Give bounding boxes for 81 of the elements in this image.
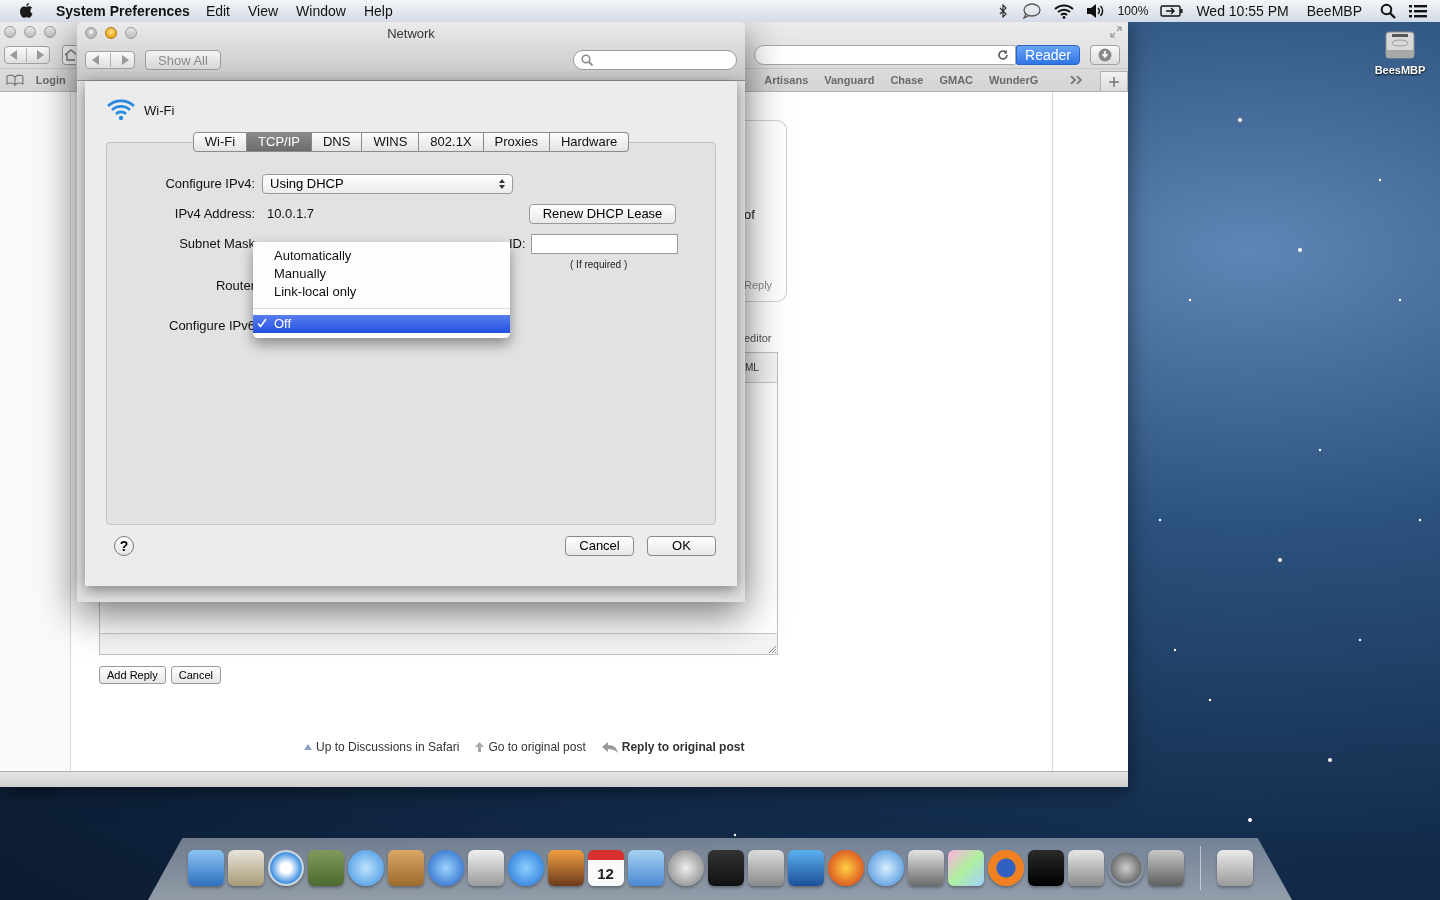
post-text: of bbox=[744, 207, 756, 222]
download-arrow-icon bbox=[1098, 48, 1112, 62]
menu-item[interactable]: Edit bbox=[205, 3, 230, 19]
search-icon bbox=[581, 54, 593, 66]
zoom-button[interactable] bbox=[125, 27, 137, 39]
new-tab-button[interactable] bbox=[1100, 71, 1128, 91]
apple-logo-icon[interactable] bbox=[18, 2, 34, 20]
field-label: IPv4 Address: bbox=[173, 206, 255, 222]
menu-item[interactable]: View bbox=[248, 3, 279, 19]
address-field[interactable] bbox=[754, 45, 1016, 65]
field-label: Configure IPv4: bbox=[164, 176, 255, 192]
bookmark-link[interactable]: Vanguard bbox=[824, 74, 875, 86]
bookmark-link[interactable]: GMAC bbox=[939, 74, 974, 86]
close-button[interactable] bbox=[85, 27, 97, 39]
back-forward-button[interactable] bbox=[85, 51, 135, 69]
page-link[interactable]: Go to original post bbox=[475, 740, 586, 754]
close-button[interactable] bbox=[4, 26, 16, 38]
tab[interactable]: 802.1X bbox=[419, 131, 484, 152]
tab[interactable]: DNS bbox=[311, 131, 363, 152]
field-label: Router bbox=[214, 278, 255, 294]
search-icon[interactable] bbox=[1380, 3, 1396, 19]
search-field[interactable] bbox=[573, 50, 737, 70]
client-id-field[interactable] bbox=[531, 233, 678, 254]
fullscreen-icon[interactable] bbox=[1110, 26, 1122, 38]
menu-item[interactable]: Help bbox=[363, 3, 393, 19]
battery-percent[interactable]: 100% bbox=[1117, 4, 1149, 18]
disk-label[interactable]: BeesMBP bbox=[1374, 64, 1426, 76]
hint-text: ( If required ) bbox=[570, 259, 628, 271]
ipv4-address: 10.0.1.7 bbox=[267, 206, 315, 222]
menu-option[interactable]: Manually bbox=[253, 264, 510, 283]
editor-tab[interactable]: ML bbox=[745, 362, 759, 373]
minimize-button[interactable] bbox=[24, 26, 36, 38]
minimize-button[interactable] bbox=[105, 27, 117, 39]
plus-icon bbox=[1109, 76, 1120, 87]
double-chevron-icon[interactable] bbox=[1070, 75, 1085, 85]
field-label: ID: bbox=[509, 236, 527, 252]
resize-grip-icon[interactable] bbox=[768, 645, 777, 654]
caret-up-icon bbox=[304, 744, 312, 750]
menu-item[interactable]: Window bbox=[296, 3, 346, 19]
renew-lease-button[interactable]: Renew DHCP Lease bbox=[529, 203, 676, 224]
page-link[interactable]: Reply to original post bbox=[601, 740, 745, 754]
menu-option[interactable]: Automatically bbox=[253, 246, 510, 265]
dialog-button[interactable]: Cancel bbox=[565, 535, 634, 556]
bookmark-link[interactable]: Artisans bbox=[764, 74, 809, 86]
reply-arrow-icon bbox=[601, 741, 618, 753]
menu-clock[interactable]: Wed 10:55 PM bbox=[1196, 3, 1289, 19]
tab[interactable]: WINS bbox=[362, 131, 420, 152]
menu-option[interactable]: Off bbox=[253, 314, 510, 333]
stepper-arrows-icon bbox=[499, 178, 505, 189]
home-icon[interactable] bbox=[62, 45, 76, 65]
download-button[interactable] bbox=[1090, 45, 1120, 65]
bookmark-link[interactable]: Login bbox=[35, 74, 66, 86]
calendar-icon[interactable]: 12 bbox=[587, 850, 624, 886]
window-title: Network bbox=[386, 25, 436, 41]
reload-icon[interactable] bbox=[997, 49, 1009, 61]
bookmark-link[interactable]: Chase bbox=[890, 74, 924, 86]
form-button[interactable]: Add Reply bbox=[99, 666, 166, 684]
menu-app-name[interactable]: System Preferences bbox=[56, 3, 190, 19]
tab[interactable]: TCP/IP bbox=[247, 131, 312, 152]
editor-label: editor bbox=[744, 332, 773, 344]
speaker-icon[interactable] bbox=[1085, 3, 1106, 19]
form-button[interactable]: Cancel bbox=[170, 666, 221, 684]
tab[interactable]: Hardware bbox=[549, 131, 630, 152]
arrow-up-icon bbox=[475, 742, 485, 752]
tab[interactable]: Proxies bbox=[483, 131, 550, 152]
battery-icon[interactable] bbox=[1160, 5, 1185, 17]
bookmark-link[interactable]: WunderG bbox=[989, 74, 1039, 86]
menu-option[interactable]: Link-local only bbox=[253, 282, 510, 301]
zoom-button[interactable] bbox=[44, 26, 56, 38]
wifi-icon[interactable] bbox=[1053, 3, 1074, 19]
list-icon[interactable] bbox=[1408, 3, 1428, 19]
tab[interactable]: Wi-Fi bbox=[192, 131, 248, 152]
dialog-button[interactable]: OK bbox=[647, 535, 716, 556]
checkmark-icon bbox=[257, 317, 267, 328]
field-label: Subnet Mask bbox=[178, 236, 255, 252]
help-button[interactable]: ? bbox=[114, 535, 134, 556]
page-link[interactable]: Up to Discussions in Safari bbox=[304, 740, 460, 754]
back-forward-button[interactable] bbox=[4, 46, 50, 64]
menu-user-name[interactable]: BeeMBP bbox=[1306, 3, 1362, 19]
configure-ipv4-popup[interactable]: Using DHCP bbox=[262, 173, 513, 194]
service-name: Wi-Fi bbox=[144, 103, 175, 118]
